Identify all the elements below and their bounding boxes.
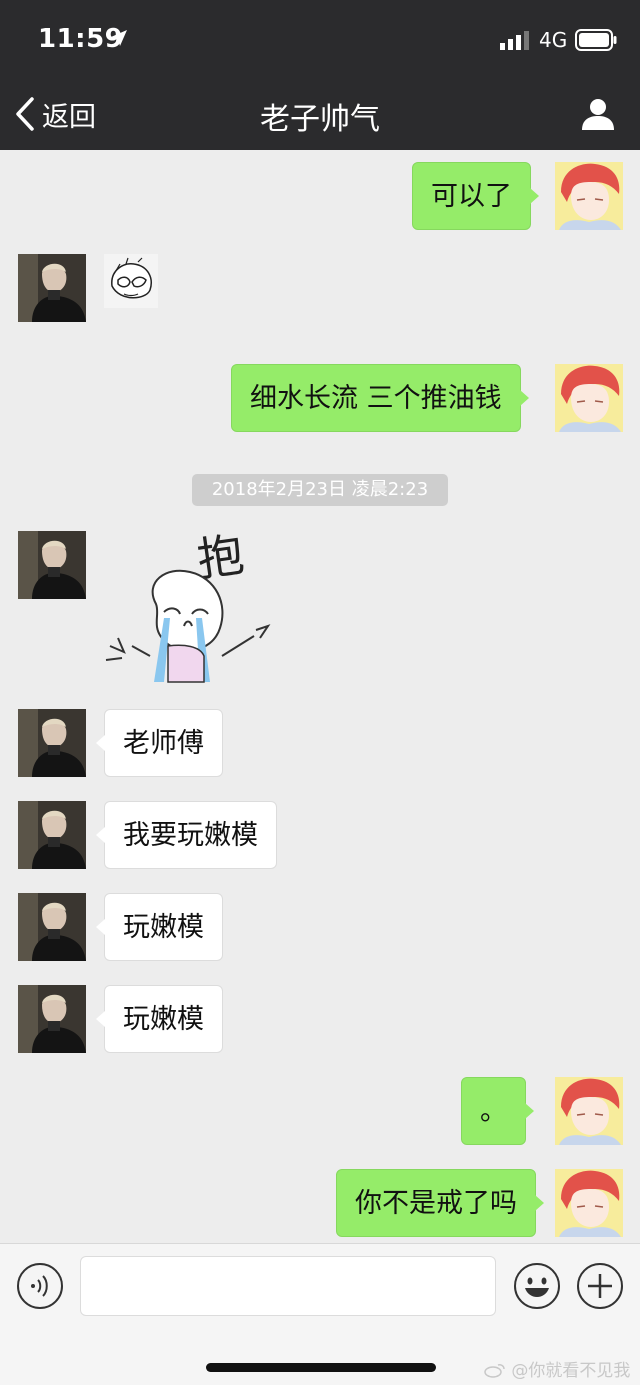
message-bubble-incoming[interactable]: 我要玩嫩模 [96, 801, 277, 869]
status-bar: 11:59 4G [0, 0, 640, 80]
message-bubble-incoming[interactable]: 玩嫩模 [96, 985, 223, 1053]
watermark: @你就看不见我 [484, 1356, 630, 1381]
home-indicator [206, 1363, 436, 1372]
person-icon[interactable] [578, 94, 618, 134]
battery-icon [575, 29, 617, 51]
covering-face-sticker[interactable] [104, 254, 158, 308]
covering-face-sticker-image [104, 254, 158, 308]
contact-avatar[interactable] [18, 985, 86, 1053]
crying-hug-sticker[interactable]: 抱 [104, 526, 274, 686]
message-bubble-incoming[interactable]: 老师傅 [96, 709, 223, 777]
chat-title: 老子帅气 [260, 102, 380, 137]
timestamp-divider: 2018年2月23日 凌晨2:23 [192, 474, 448, 506]
signal-icon [500, 31, 529, 50]
my-avatar[interactable] [555, 162, 623, 230]
my-avatar[interactable] [555, 1169, 623, 1237]
watermark-text: @你就看不见我 [511, 1361, 631, 1381]
contact-avatar[interactable] [18, 709, 86, 777]
voice-icon[interactable] [16, 1262, 64, 1310]
weibo-logo-icon [484, 1364, 505, 1378]
plus-icon[interactable] [576, 1262, 624, 1310]
message-bubble-outgoing[interactable]: 。 [461, 1077, 534, 1145]
contact-avatar[interactable] [18, 893, 86, 961]
location-arrow-icon [111, 30, 127, 46]
message-input[interactable] [80, 1256, 496, 1316]
smiley-icon[interactable] [513, 1262, 561, 1310]
contact-avatar[interactable] [18, 531, 86, 599]
contact-avatar[interactable] [18, 254, 86, 322]
message-bubble-incoming[interactable]: 玩嫩模 [96, 893, 223, 961]
contact-avatar[interactable] [18, 801, 86, 869]
message-bubble-outgoing[interactable]: 细水长流 三个推油钱 [231, 364, 529, 432]
message-bubble-outgoing[interactable]: 你不是戒了吗 [336, 1169, 544, 1237]
message-bubble-outgoing[interactable]: 可以了 [412, 162, 539, 230]
crying-hug-sticker-image: 抱 [105, 527, 271, 683]
network-type: 4G [539, 28, 568, 52]
my-avatar[interactable] [555, 1077, 623, 1145]
my-avatar[interactable] [555, 364, 623, 432]
chat-header: 返回 老子帅气 [0, 80, 640, 150]
